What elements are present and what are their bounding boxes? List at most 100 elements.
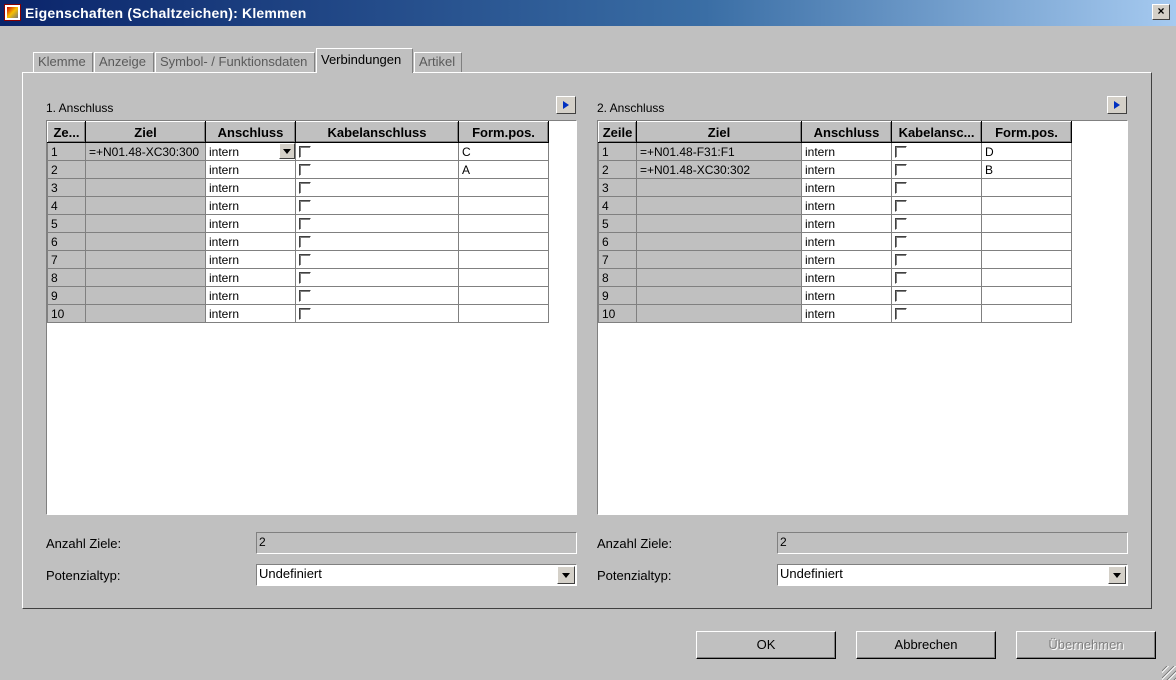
anschluss-cell[interactable]: intern <box>205 214 296 233</box>
table-row[interactable]: 5 intern <box>47 214 549 233</box>
anschluss-cell[interactable]: intern <box>801 268 892 287</box>
anschluss-cell[interactable]: intern <box>801 304 892 323</box>
kabelanschluss-checkbox[interactable] <box>895 218 907 231</box>
row-number-cell[interactable]: 1 <box>47 142 86 161</box>
ziel-cell[interactable] <box>85 268 206 287</box>
kabelanschluss-checkbox[interactable] <box>895 164 907 177</box>
row-number-cell[interactable]: 3 <box>598 178 637 197</box>
kabelanschluss-checkbox[interactable] <box>895 236 907 249</box>
table-row[interactable]: 2 =+N01.48-XC30:302 intern B <box>598 160 1072 179</box>
kabelanschluss-checkbox[interactable] <box>895 308 907 321</box>
table-row[interactable]: 1 =+N01.48-F31:F1 intern D <box>598 142 1072 161</box>
ziel-cell[interactable]: =+N01.48-F31:F1 <box>636 142 802 161</box>
column-header-kabelanschluss[interactable]: Kabelansc... <box>891 121 982 143</box>
ziel-cell[interactable] <box>636 286 802 305</box>
kabelanschluss-cell[interactable] <box>295 268 459 287</box>
tab-symbol-funktionsdaten[interactable]: Symbol- / Funktionsdaten <box>155 52 315 72</box>
column-header-form-pos[interactable]: Form.pos. <box>458 121 549 143</box>
kabelanschluss-cell[interactable] <box>295 196 459 215</box>
form-pos-cell[interactable]: C <box>458 142 549 161</box>
table-row[interactable]: 4 intern <box>598 196 1072 215</box>
table-row[interactable]: 3 intern <box>47 178 549 197</box>
kabelanschluss-checkbox[interactable] <box>895 200 907 213</box>
kabelanschluss-checkbox[interactable] <box>299 218 311 231</box>
kabelanschluss-cell[interactable] <box>891 160 982 179</box>
kabelanschluss-cell[interactable] <box>891 232 982 251</box>
anschluss-cell[interactable]: intern <box>205 286 296 305</box>
kabelanschluss-checkbox[interactable] <box>299 182 311 195</box>
anschluss-cell[interactable]: intern <box>801 160 892 179</box>
table-row[interactable]: 7 intern <box>47 250 549 269</box>
ziel-cell[interactable]: =+N01.48-XC30:300 <box>85 142 206 161</box>
ok-button[interactable]: OK <box>696 631 836 659</box>
ziel-cell[interactable] <box>85 160 206 179</box>
table-row[interactable]: 1 =+N01.48-XC30:300 intern C <box>47 142 549 161</box>
anschluss-combo[interactable]: intern <box>205 142 296 161</box>
kabelanschluss-checkbox[interactable] <box>299 164 311 177</box>
kabelanschluss-cell[interactable] <box>891 214 982 233</box>
anschluss-cell[interactable]: intern <box>801 232 892 251</box>
form-pos-cell[interactable] <box>458 268 549 287</box>
anschluss-cell[interactable]: intern <box>205 196 296 215</box>
column-header-zeile[interactable]: Ze... <box>47 121 86 143</box>
table-row[interactable]: 3 intern <box>598 178 1072 197</box>
form-pos-cell[interactable]: D <box>981 142 1072 161</box>
kabelanschluss-checkbox[interactable] <box>895 182 907 195</box>
kabelanschluss-cell[interactable] <box>295 160 459 179</box>
anschluss-cell[interactable]: intern <box>205 178 296 197</box>
column-header-kabelanschluss[interactable]: Kabelanschluss <box>295 121 459 143</box>
table-row[interactable]: 8 intern <box>47 268 549 287</box>
right-potenzialtyp-select[interactable]: Undefiniert <box>777 564 1128 586</box>
chevron-down-icon[interactable] <box>279 143 295 159</box>
kabelanschluss-checkbox[interactable] <box>895 146 907 159</box>
chevron-down-icon[interactable] <box>557 566 575 584</box>
anschluss-cell[interactable]: intern <box>801 250 892 269</box>
column-header-anschluss[interactable]: Anschluss <box>205 121 296 143</box>
kabelanschluss-cell[interactable] <box>295 304 459 323</box>
ziel-cell[interactable] <box>636 232 802 251</box>
app-icon[interactable] <box>4 4 21 21</box>
kabelanschluss-cell[interactable] <box>295 142 459 161</box>
left-connections-grid[interactable]: Ze... Ziel Anschluss Kabelanschluss Form… <box>46 120 577 515</box>
kabelanschluss-checkbox[interactable] <box>895 272 907 285</box>
right-connections-grid[interactable]: Zeile Ziel Anschluss Kabelansc... Form.p… <box>597 120 1128 515</box>
kabelanschluss-checkbox[interactable] <box>299 290 311 303</box>
chevron-down-icon[interactable] <box>1108 566 1126 584</box>
tab-artikel[interactable]: Artikel <box>414 52 462 72</box>
kabelanschluss-cell[interactable] <box>891 286 982 305</box>
form-pos-cell[interactable] <box>458 214 549 233</box>
row-number-cell[interactable]: 5 <box>598 214 637 233</box>
table-row[interactable]: 9 intern <box>598 286 1072 305</box>
row-number-cell[interactable]: 6 <box>47 232 86 251</box>
row-number-cell[interactable]: 4 <box>47 196 86 215</box>
kabelanschluss-checkbox[interactable] <box>299 308 311 321</box>
column-header-form-pos[interactable]: Form.pos. <box>981 121 1072 143</box>
row-number-cell[interactable]: 7 <box>598 250 637 269</box>
form-pos-cell[interactable] <box>458 232 549 251</box>
row-number-cell[interactable]: 2 <box>598 160 637 179</box>
anschluss-cell[interactable]: intern <box>205 304 296 323</box>
table-row[interactable]: 10 intern <box>598 304 1072 323</box>
row-number-cell[interactable]: 4 <box>598 196 637 215</box>
ziel-cell[interactable] <box>636 268 802 287</box>
cancel-button[interactable]: Abbrechen <box>856 631 996 659</box>
table-row[interactable]: 10 intern <box>47 304 549 323</box>
anschluss-cell[interactable]: intern <box>801 286 892 305</box>
form-pos-cell[interactable] <box>981 214 1072 233</box>
column-header-anschluss[interactable]: Anschluss <box>801 121 892 143</box>
column-header-zeile[interactable]: Zeile <box>598 121 637 143</box>
form-pos-cell[interactable] <box>458 286 549 305</box>
ziel-cell[interactable] <box>636 304 802 323</box>
kabelanschluss-cell[interactable] <box>891 196 982 215</box>
row-number-cell[interactable]: 3 <box>47 178 86 197</box>
kabelanschluss-cell[interactable] <box>295 178 459 197</box>
row-number-cell[interactable]: 2 <box>47 160 86 179</box>
ziel-cell[interactable] <box>636 214 802 233</box>
kabelanschluss-checkbox[interactable] <box>895 254 907 267</box>
form-pos-cell[interactable] <box>981 232 1072 251</box>
table-row[interactable]: 2 intern A <box>47 160 549 179</box>
form-pos-cell[interactable] <box>981 268 1072 287</box>
anschluss-cell[interactable]: intern <box>205 160 296 179</box>
table-row[interactable]: 6 intern <box>47 232 549 251</box>
column-header-ziel[interactable]: Ziel <box>85 121 206 143</box>
